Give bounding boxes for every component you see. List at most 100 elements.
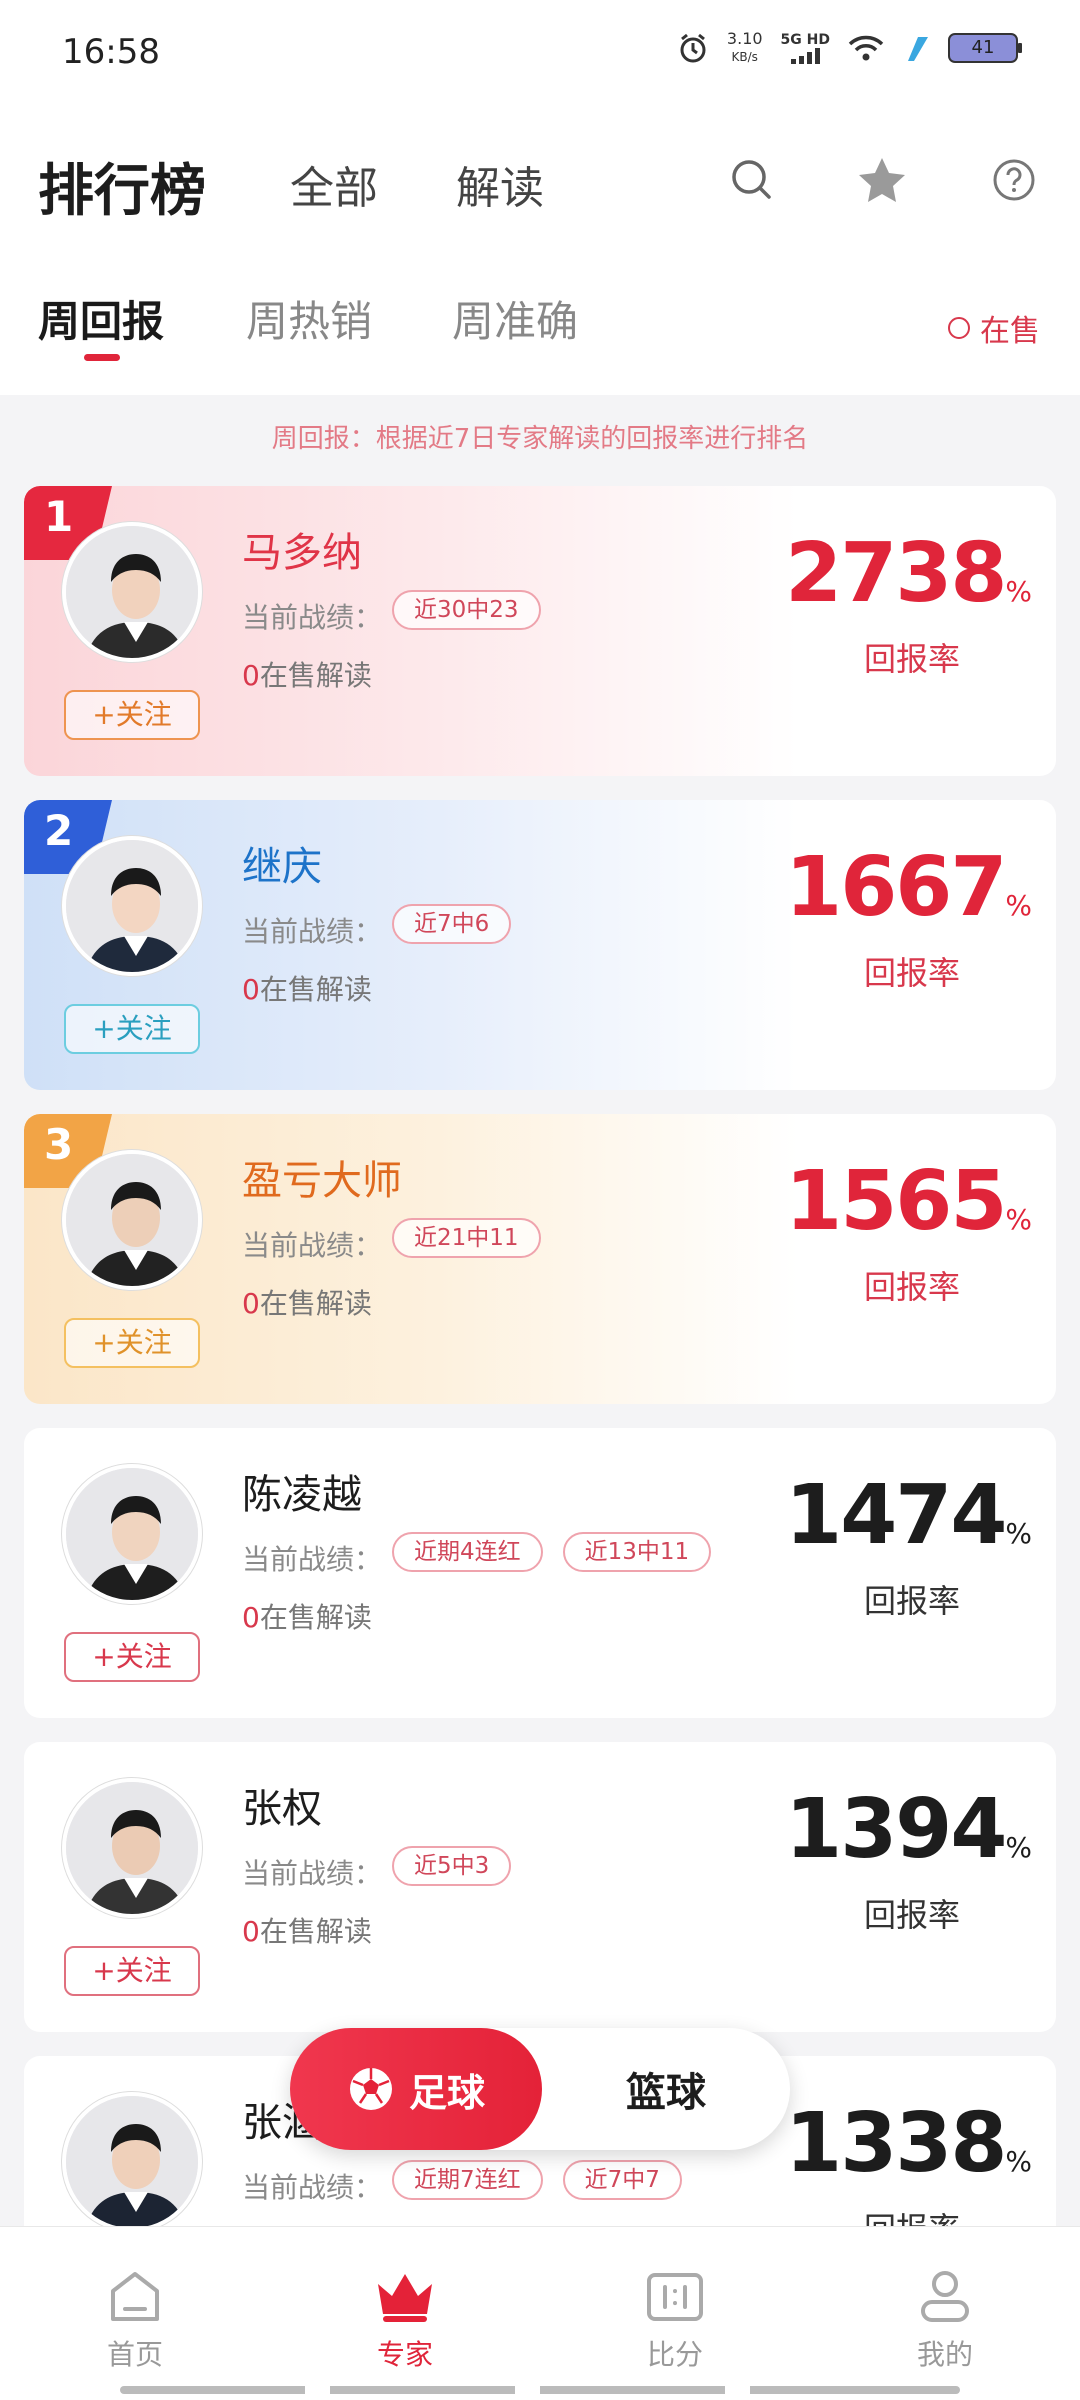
onsale-filter-label: 在售: [980, 314, 1040, 349]
expert-card[interactable]: +关注 陈凌越 当前战绩： 近期4连红 近13中11 0在售解读 1474% 回报…: [24, 1428, 1056, 1718]
cell-signal: 5G HD: [781, 32, 830, 64]
tab-weekly-hot[interactable]: 周热销: [246, 288, 372, 349]
sport-switch: 足球 篮球: [290, 2028, 790, 2150]
nav-experts[interactable]: 专家: [320, 2267, 490, 2373]
record-tag: 近5中3: [392, 1846, 512, 1886]
ranking-description: 周回报：根据近7日专家解读的回报率进行排名: [271, 424, 809, 454]
expert-name[interactable]: 继庆: [242, 834, 322, 892]
onsale-count: 0在售解读: [242, 1910, 372, 1950]
record-label: 当前战绩：: [242, 1857, 383, 1890]
onsale-suffix: 在售解读: [259, 1601, 372, 1634]
expert-name[interactable]: 张权: [242, 1776, 322, 1834]
active-tab-indicator: [84, 354, 120, 361]
return-rate-label: 回报率: [863, 1582, 960, 1620]
nav-mine[interactable]: 我的: [860, 2267, 1030, 2373]
return-rate-value: 1667: [785, 840, 1007, 935]
signal-bars-icon: [790, 48, 820, 64]
football-toggle[interactable]: 足球: [290, 2028, 542, 2150]
football-label: 足球: [408, 2070, 485, 2115]
return-rate-value: 1474: [785, 1468, 1007, 1563]
record-tag: 近21中11: [392, 1218, 541, 1258]
return-rate: 2738%: [785, 526, 1032, 621]
expert-card[interactable]: 3 +关注 盈亏大师 当前战绩： 近21中11 0在售解读 1565% 回报率: [24, 1114, 1056, 1404]
return-rate-value: 1338: [785, 2096, 1007, 2191]
expert-card[interactable]: 1 +关注 马多纳 当前战绩： 近30中23 0在售解读 2738% 回报率: [24, 486, 1056, 776]
record-tag: 近期7连红: [392, 2160, 543, 2200]
soccer-ball-icon: [349, 2068, 392, 2110]
return-rate: 1394%: [785, 1782, 1032, 1877]
status-time: 16:58: [62, 32, 160, 72]
wifi-icon: [848, 35, 884, 61]
profile-icon: [913, 2267, 977, 2327]
tab-weekly-accuracy[interactable]: 周准确: [452, 288, 578, 349]
scoreboard-icon: [643, 2267, 707, 2327]
onsale-number: 0: [242, 1601, 260, 1634]
percent-sign: %: [1005, 2145, 1032, 2178]
star-icon[interactable]: [852, 150, 912, 210]
radio-circle-icon: [948, 317, 970, 339]
nav-home[interactable]: 首页: [50, 2267, 220, 2373]
follow-button[interactable]: +关注: [64, 1318, 200, 1368]
follow-button[interactable]: +关注: [64, 1946, 200, 1996]
expert-card[interactable]: 2 +关注 继庆 当前战绩： 近7中6 0在售解读 1667% 回报率: [24, 800, 1056, 1090]
tab-analysis[interactable]: 解读: [456, 152, 544, 216]
expert-name[interactable]: 马多纳: [242, 520, 362, 578]
record-tags: 近21中11: [392, 1218, 541, 1258]
percent-sign: %: [1005, 1517, 1032, 1550]
record-label: 当前战绩：: [242, 1543, 383, 1576]
status-bar: 16:58 3.10 KB/s 5G HD 41: [0, 0, 1080, 110]
avatar[interactable]: [62, 1778, 202, 1918]
onsale-number: 0: [242, 1287, 260, 1320]
avatar[interactable]: [62, 1150, 202, 1290]
home-icon: [103, 2267, 167, 2327]
onsale-number: 0: [242, 973, 260, 1006]
home-indicator: [120, 2386, 960, 2394]
record-tags: 近期4连红 近13中11: [392, 1532, 712, 1572]
onsale-count: 0在售解读: [242, 1596, 372, 1636]
record-label: 当前战绩：: [242, 1229, 383, 1262]
return-rate: 1338%: [785, 2096, 1032, 2191]
onsale-suffix: 在售解读: [259, 1915, 372, 1948]
nav-mine-label: 我的: [916, 2338, 973, 2371]
avatar[interactable]: [62, 836, 202, 976]
onsale-suffix: 在售解读: [259, 1287, 372, 1320]
onsale-count: 0在售解读: [242, 968, 372, 1008]
tab-all[interactable]: 全部: [290, 152, 378, 216]
avatar[interactable]: [62, 2092, 202, 2232]
percent-sign: %: [1005, 1203, 1032, 1236]
nav-scores[interactable]: 比分: [590, 2267, 760, 2373]
basketball-toggle[interactable]: 篮球: [542, 2028, 790, 2150]
return-rate: 1474%: [785, 1468, 1032, 1563]
help-icon[interactable]: [984, 150, 1044, 210]
avatar[interactable]: [62, 522, 202, 662]
follow-button[interactable]: +关注: [64, 690, 200, 740]
onsale-count: 0在售解读: [242, 654, 372, 694]
expert-name[interactable]: 盈亏大师: [242, 1148, 402, 1206]
onsale-filter[interactable]: 在售: [948, 306, 1040, 350]
return-rate-label: 回报率: [863, 1268, 960, 1306]
record-tag: 近30中23: [392, 590, 541, 630]
record-tags: 近5中3: [392, 1846, 512, 1886]
basketball-label: 篮球: [626, 2070, 706, 2116]
return-rate-label: 回报率: [863, 1896, 960, 1934]
tab-weekly-return[interactable]: 周回报: [38, 288, 164, 349]
percent-sign: %: [1005, 575, 1032, 608]
record-tag: 近7中6: [392, 904, 512, 944]
nav-home-label: 首页: [106, 2338, 163, 2371]
search-icon[interactable]: [722, 150, 782, 210]
nav-experts-label: 专家: [376, 2338, 433, 2371]
follow-button[interactable]: +关注: [64, 1632, 200, 1682]
return-rate: 1667%: [785, 840, 1032, 935]
record-label: 当前战绩：: [242, 2171, 383, 2204]
follow-button[interactable]: +关注: [64, 1004, 200, 1054]
onsale-suffix: 在售解读: [259, 973, 372, 1006]
expert-name[interactable]: 陈凌越: [242, 1462, 362, 1520]
onsale-count: 0在售解读: [242, 1282, 372, 1322]
avatar[interactable]: [62, 1464, 202, 1604]
page-title: 排行榜: [38, 159, 206, 224]
sub-tabs: 周回报 周热销 周准确 在售: [0, 250, 1080, 395]
return-rate-value: 1394: [785, 1782, 1007, 1877]
record-label: 当前战绩：: [242, 915, 383, 948]
expert-card[interactable]: +关注 张权 当前战绩： 近5中3 0在售解读 1394% 回报率: [24, 1742, 1056, 2032]
crown-icon: [373, 2267, 437, 2327]
